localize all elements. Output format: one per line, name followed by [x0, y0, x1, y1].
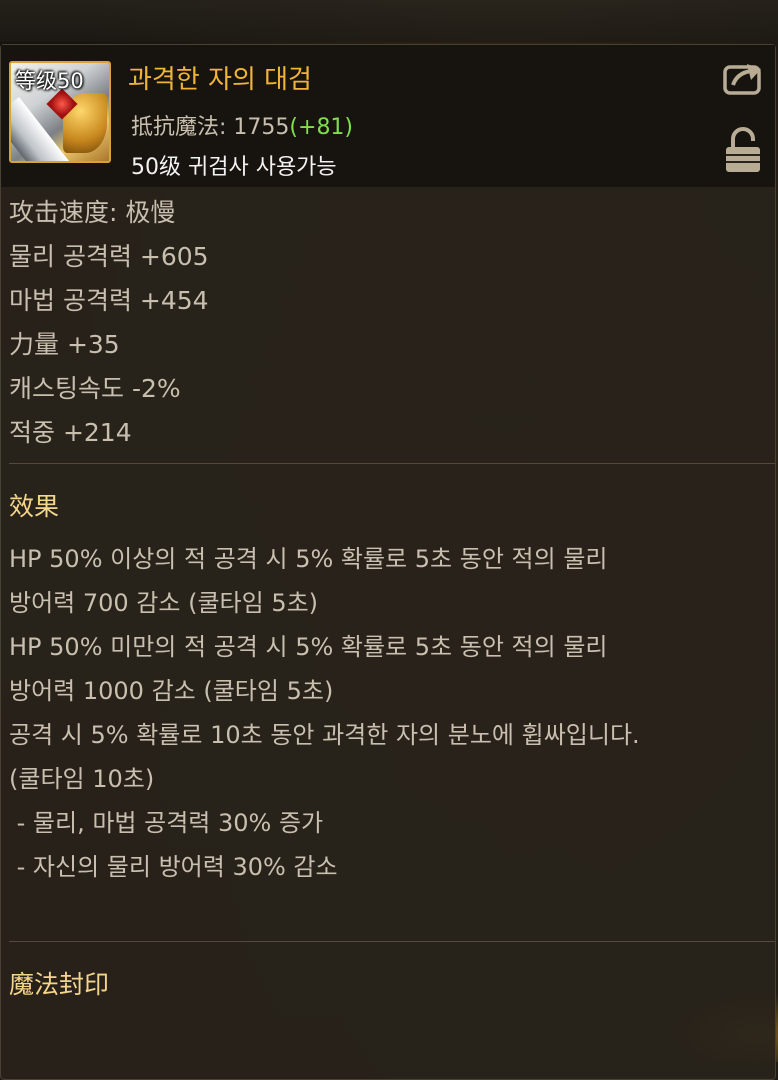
requirement-line: 50级 귀검사 사용가능 — [131, 155, 337, 180]
effect-line: 방어력 1000 감소 (쿨타임 5초) — [9, 677, 334, 705]
effect-line: (쿨타임 10초) — [9, 765, 155, 793]
share-export-icon — [723, 64, 761, 95]
resist-bonus: (+81) — [289, 115, 354, 140]
level-badge: 等级50 — [15, 69, 84, 93]
background-top-bar — [0, 0, 778, 42]
section-divider — [9, 463, 775, 464]
stat-physical-attack: 물리 공격력 +605 — [9, 242, 209, 271]
share-button[interactable] — [723, 61, 763, 95]
effect-line: - 물리, 마법 공격력 30% 증가 — [9, 809, 324, 837]
item-name: 과격한 자의 대검 — [128, 65, 312, 95]
lock-toggle-button[interactable] — [725, 127, 761, 173]
stat-casting-speed: 캐스팅속도 -2% — [9, 374, 181, 403]
stat-attack-speed: 攻击速度: 极慢 — [9, 198, 176, 227]
tooltip-header: 等级50 과격한 자의 대검 抵抗魔法: 1755(+81) 50级 귀검사 사… — [1, 45, 775, 187]
effect-line: 방어력 700 감소 (쿨타임 5초) — [9, 589, 319, 617]
resist-label: 抵抗魔法 — [131, 115, 220, 140]
unlocked-padlock-icon — [726, 127, 760, 172]
effects-title: 效果 — [9, 492, 60, 521]
magic-seal-title: 魔法封印 — [9, 970, 110, 999]
stat-accuracy: 적중 +214 — [9, 418, 132, 447]
item-tooltip: 等级50 과격한 자의 대검 抵抗魔法: 1755(+81) 50级 귀검사 사… — [0, 44, 776, 1080]
greatsword-item-icon[interactable]: 等级50 — [9, 61, 111, 163]
effect-line: 공격 시 5% 확률로 10초 동안 과격한 자의 분노에 휩싸입니다. — [9, 721, 640, 749]
section-divider — [9, 941, 775, 942]
effect-line: HP 50% 이상의 적 공격 시 5% 확률로 5초 동안 적의 물리 — [9, 545, 608, 573]
resist-value: 1755 — [233, 115, 290, 140]
stat-strength: 力量 +35 — [9, 330, 120, 359]
effect-line: - 자신의 물리 방어력 30% 감소 — [9, 853, 338, 881]
resist-magic-line: 抵抗魔法: 1755(+81) — [131, 109, 353, 141]
stat-magic-attack: 마법 공격력 +454 — [9, 286, 209, 315]
effect-line: HP 50% 미만의 적 공격 시 5% 확률로 5초 동안 적의 물리 — [9, 633, 608, 661]
resist-separator: : — [219, 115, 234, 140]
